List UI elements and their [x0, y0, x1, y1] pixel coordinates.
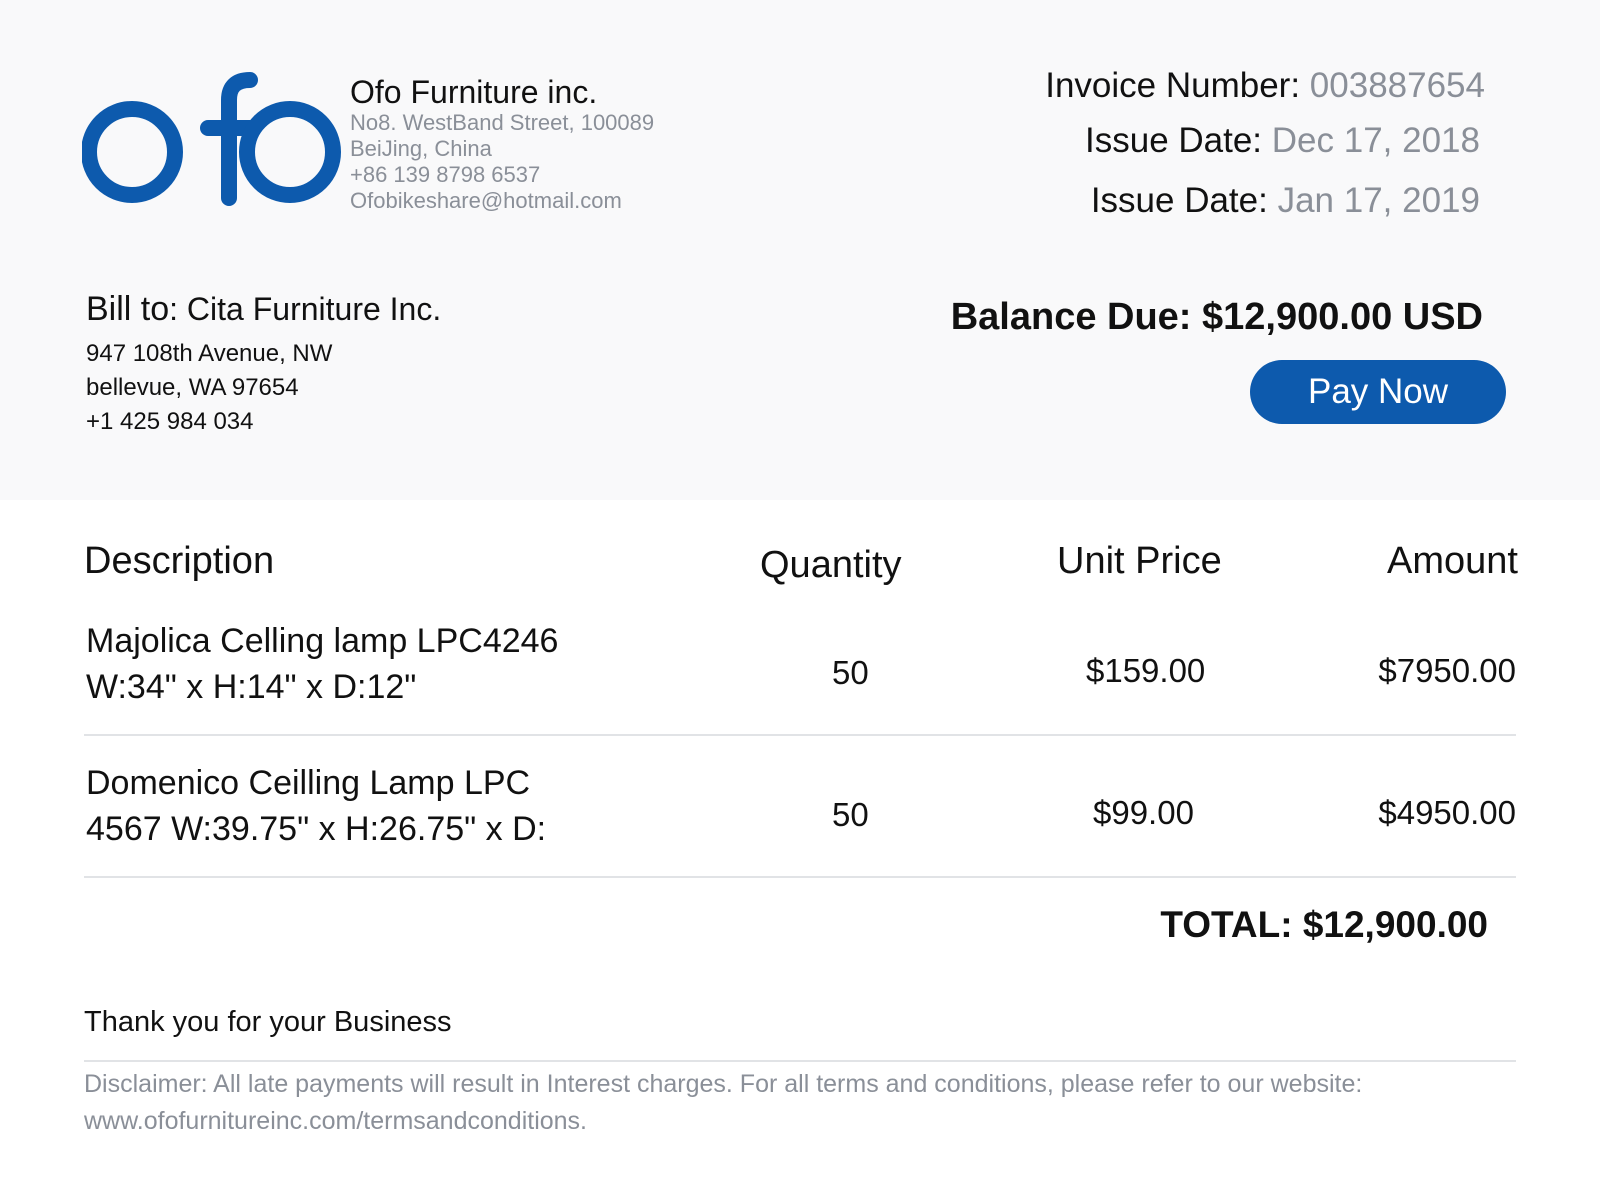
bill-to-line2: bellevue, WA 97654	[86, 374, 299, 401]
invoice-number-label: Invoice Number:	[1045, 66, 1301, 105]
item-description-line2: W:34" x H:14" x D:12"	[86, 668, 417, 706]
item-description-line2: 4567 W:39.75" x H:26.75" x D:	[86, 810, 547, 848]
bill-to-block: Bill to: Cita Furniture Inc. 947 108th A…	[86, 290, 441, 439]
header-unit-price: Unit Price	[1057, 540, 1222, 582]
item-amount: $4950.00	[1378, 794, 1516, 831]
company-contact: No8. WestBand Street, 100089 BeiJing, Ch…	[350, 110, 654, 214]
item-description-line1: Majolica Celling lamp LPC4246	[86, 622, 559, 660]
company-address-line1: No8. WestBand Street, 100089	[350, 110, 655, 135]
balance-due: Balance Due: $12,900.00 USD	[950, 296, 1483, 338]
company-name: Ofo Furniture inc.	[350, 74, 598, 110]
item-quantity: 50	[832, 796, 869, 833]
item-amount: $7950.00	[1378, 652, 1516, 689]
header-quantity: Quantity	[760, 544, 902, 586]
item-unit-price: $159.00	[1086, 652, 1206, 689]
invoice-number-value: 003887654	[1309, 66, 1485, 105]
invoice-total: TOTAL: $12,900.00	[1160, 904, 1488, 945]
invoice-header: Ofo Furniture inc. No8. WestBand Street,…	[0, 0, 1600, 500]
header-description: Description	[84, 540, 275, 582]
disclaimer-text: Disclaimer: All late payments will resul…	[84, 1070, 1363, 1135]
company-phone: +86 139 8798 6537	[350, 162, 541, 187]
row-divider	[84, 734, 1516, 736]
issue-date-label: Issue Date:	[1085, 121, 1263, 160]
due-date-label: Issue Date:	[1090, 181, 1268, 220]
due-date-row: Issue Date: Jan 17, 2019	[1091, 181, 1480, 221]
company-email: Ofobikeshare@hotmail.com	[350, 188, 622, 213]
bill-to-label: Bill to	[86, 290, 170, 328]
item-unit-price: $99.00	[1093, 794, 1194, 831]
row-divider	[84, 876, 1516, 878]
footer-divider	[84, 1060, 1516, 1062]
item-quantity: 50	[832, 654, 869, 691]
pay-now-button[interactable]: Pay Now	[1250, 360, 1506, 424]
company-address-line2: BeiJing, China	[350, 136, 492, 161]
bill-to-line1: 947 108th Avenue, NW	[86, 340, 333, 367]
bill-to-address: 947 108th Avenue, NW bellevue, WA 97654 …	[86, 337, 441, 439]
header-amount: Amount	[1387, 540, 1518, 582]
item-description: Majolica Celling lamp LPC4246 W:34" x H:…	[86, 618, 558, 710]
bill-to-name: : Cita Furniture Inc.	[169, 291, 442, 327]
issue-date-row: Issue Date: Dec 17, 2018	[1085, 121, 1480, 161]
issue-date-value: Dec 17, 2018	[1271, 121, 1480, 160]
ofo-logo	[81, 70, 342, 215]
bill-to-phone: +1 425 984 034	[86, 408, 254, 435]
item-description-line1: Domenico Ceilling Lamp LPC	[86, 764, 531, 802]
bill-to-title: Bill to: Cita Furniture Inc.	[86, 290, 441, 329]
invoice-number-row: Invoice Number: 003887654	[1045, 66, 1485, 106]
due-date-value: Jan 17, 2019	[1277, 181, 1480, 220]
item-description: Domenico Ceilling Lamp LPC 4567 W:39.75"…	[86, 760, 546, 852]
thank-you-note: Thank you for your Business	[84, 1006, 452, 1038]
